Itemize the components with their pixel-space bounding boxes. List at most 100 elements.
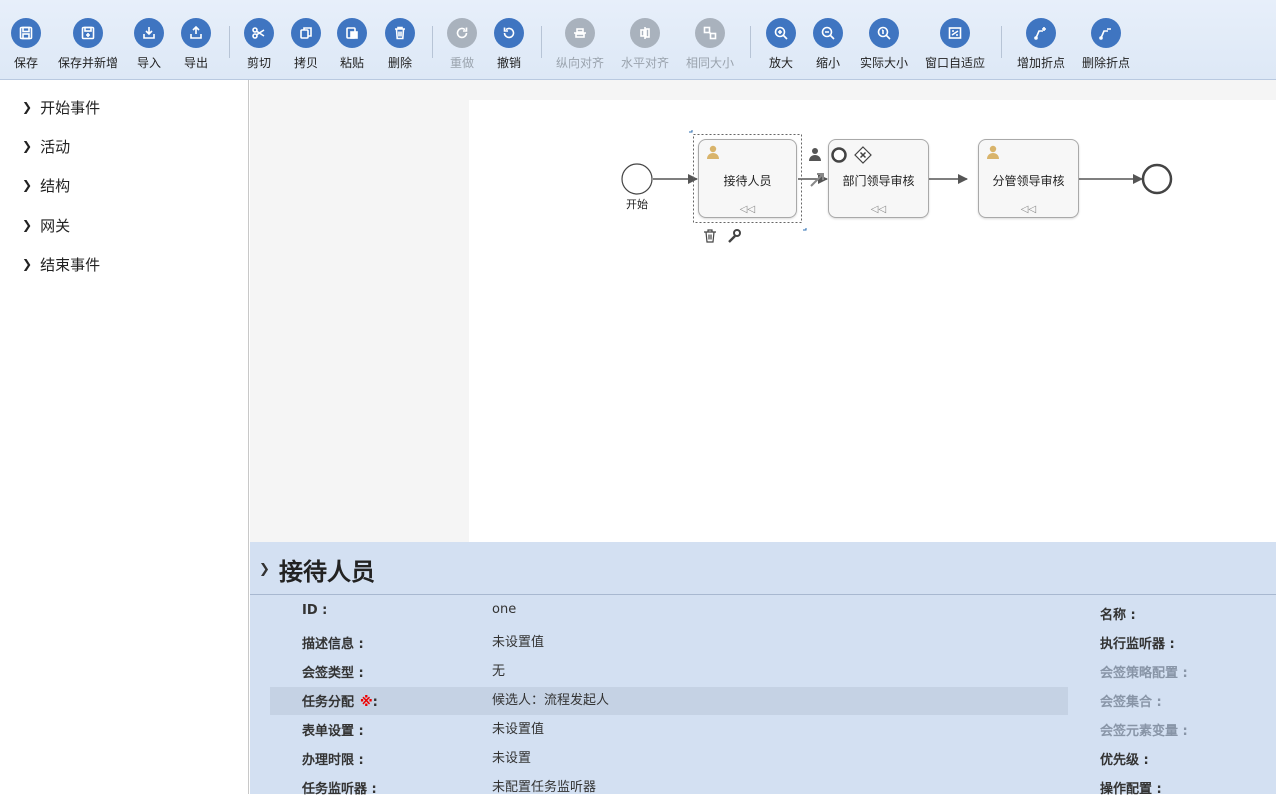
chevron-right-icon: ❯ [22, 218, 33, 232]
user-task-node[interactable]: 接待人员 ◁◁ [698, 139, 797, 218]
property-value-description[interactable]: 未设置值 [492, 631, 544, 650]
property-value-countersign-type[interactable]: 无 [492, 660, 505, 679]
floppy-disk-icon [11, 18, 41, 48]
property-label-countersign-collection: 会签集合 : [1100, 695, 1162, 710]
actual-size-button[interactable]: 实际大小 [854, 18, 914, 74]
copy-icon [291, 18, 321, 48]
property-label-id: ID : [302, 603, 328, 618]
actual-size-label: 实际大小 [859, 56, 908, 70]
align-horizontal-icon [630, 18, 660, 48]
align-horizontal-button[interactable]: 水平对齐 [615, 18, 675, 74]
actual-size-icon [869, 18, 899, 48]
chevron-down-icon[interactable]: ❯ [259, 562, 270, 577]
undo-icon [494, 18, 524, 48]
connect-arrow-icon[interactable] [809, 170, 827, 188]
append-gateway-icon[interactable] [854, 146, 872, 164]
end-event[interactable] [1141, 163, 1173, 195]
zoom-out-button[interactable]: 缩小 [798, 18, 858, 74]
palette-item-end-event[interactable]: ❯ 结束事件 [22, 253, 100, 275]
align-vertical-button[interactable]: 纵向对齐 [550, 18, 610, 74]
paste-icon [337, 18, 367, 48]
palette-item-activity[interactable]: ❯ 活动 [22, 135, 70, 157]
user-icon [707, 145, 719, 159]
palette-item-label: 活动 [40, 137, 71, 156]
label-colon: : [372, 695, 378, 710]
task-assignment-label-text: 任务分配 [302, 695, 355, 710]
properties-title: 接待人员 [279, 558, 375, 586]
property-value-id[interactable]: one [492, 602, 516, 617]
property-label-task-listener: 任务监听器 : [302, 782, 377, 797]
property-label-form-settings: 表单设置 : [302, 724, 364, 739]
property-label-name: 名称 : [1100, 608, 1136, 623]
remove-bend-point-icon [1091, 18, 1121, 48]
same-size-button[interactable]: 相同大小 [680, 18, 740, 74]
start-event[interactable] [621, 163, 653, 195]
trash-icon[interactable] [702, 228, 718, 244]
property-label-operation-config: 操作配置 : [1100, 782, 1162, 797]
export-icon [181, 18, 211, 48]
zoom-out-icon [813, 18, 843, 48]
toolbar-divider [541, 26, 542, 58]
property-label-countersign-type: 会签类型 : [302, 666, 364, 681]
toolbar-divider [1001, 26, 1002, 58]
same-size-label: 相同大小 [685, 56, 734, 70]
export-label: 导出 [183, 56, 208, 70]
undo-label: 撤销 [496, 56, 521, 70]
remove-bend-button[interactable]: 删除折点 [1076, 18, 1136, 74]
fit-window-icon [940, 18, 970, 48]
redo-icon [447, 18, 477, 48]
align-horizontal-label: 水平对齐 [620, 56, 669, 70]
multi-instance-icon: ◁◁ [1020, 204, 1037, 215]
save-and-new-button[interactable]: 保存并新增 [58, 18, 118, 74]
delete-button[interactable]: 删除 [370, 18, 430, 74]
zoom-in-icon [766, 18, 796, 48]
scissors-icon [244, 18, 274, 48]
property-value-form-settings[interactable]: 未设置值 [492, 718, 544, 737]
multi-instance-icon: ◁◁ [739, 204, 756, 215]
same-size-icon [695, 18, 725, 48]
user-task-node[interactable]: 分管领导审核 ◁◁ [978, 139, 1079, 218]
palette-item-label: 结束事件 [40, 255, 101, 274]
diagram-canvas[interactable]: 开始 接待人员 ◁◁ 部门领导审核 ◁◁ 分管领导审核 ◁◁ [469, 100, 1276, 542]
element-palette: ❯ 开始事件 ❯ 活动 ❯ 结构 ❯ 网关 ❯ 结束事件 [0, 80, 249, 794]
required-mark: ※ [360, 695, 373, 710]
properties-header: ❯ 接待人员 [250, 542, 1276, 595]
align-vertical-icon [565, 18, 595, 48]
trash-icon [385, 18, 415, 48]
append-user-task-icon[interactable] [807, 146, 823, 162]
append-end-event-icon[interactable] [830, 146, 848, 164]
import-icon [134, 18, 164, 48]
property-value-time-limit[interactable]: 未设置 [492, 747, 531, 766]
undo-button[interactable]: 撤销 [479, 18, 539, 74]
palette-item-start-event[interactable]: ❯ 开始事件 [22, 96, 100, 118]
palette-item-gateway[interactable]: ❯ 网关 [22, 214, 70, 236]
property-label-execution-listener: 执行监听器 : [1100, 637, 1175, 652]
add-bend-button[interactable]: 增加折点 [1011, 18, 1071, 74]
node-label: 部门领导审核 [842, 174, 915, 188]
fit-window-button[interactable]: 窗口自适应 [922, 18, 988, 74]
palette-item-label: 网关 [40, 216, 71, 235]
delete-label: 删除 [387, 56, 412, 70]
chevron-right-icon: ❯ [22, 100, 33, 114]
fit-window-label: 窗口自适应 [924, 56, 985, 70]
property-label-countersign-element-variable: 会签元素变量 : [1100, 724, 1188, 739]
export-button[interactable]: 导出 [166, 18, 226, 74]
property-label-task-assignment: 任务分配 ※: [302, 691, 378, 710]
property-value-task-listener[interactable]: 未配置任务监听器 [492, 776, 596, 795]
properties-panel: ❯ 接待人员 ID : one 描述信息 : 未设置值 会签类型 : 无 任务分… [250, 542, 1276, 797]
chevron-right-icon: ❯ [22, 139, 33, 153]
palette-item-structure[interactable]: ❯ 结构 [22, 174, 70, 196]
property-value-task-assignment[interactable]: 候选人：流程发起人 [492, 689, 609, 708]
canvas-area: 开始 接待人员 ◁◁ 部门领导审核 ◁◁ 分管领导审核 ◁◁ [250, 80, 1276, 542]
palette-item-label: 结构 [40, 176, 71, 195]
save-label: 保存 [13, 56, 38, 70]
palette-item-label: 开始事件 [40, 98, 101, 117]
multi-instance-icon: ◁◁ [870, 204, 887, 215]
zoom-out-label: 缩小 [815, 56, 840, 70]
save-button[interactable]: 保存 [0, 18, 56, 74]
wrench-icon[interactable] [726, 228, 742, 244]
property-label-countersign-strategy: 会签策略配置 : [1100, 666, 1188, 681]
remove-bend-label: 删除折点 [1081, 56, 1130, 70]
align-vertical-label: 纵向对齐 [555, 56, 604, 70]
user-icon [987, 145, 999, 159]
